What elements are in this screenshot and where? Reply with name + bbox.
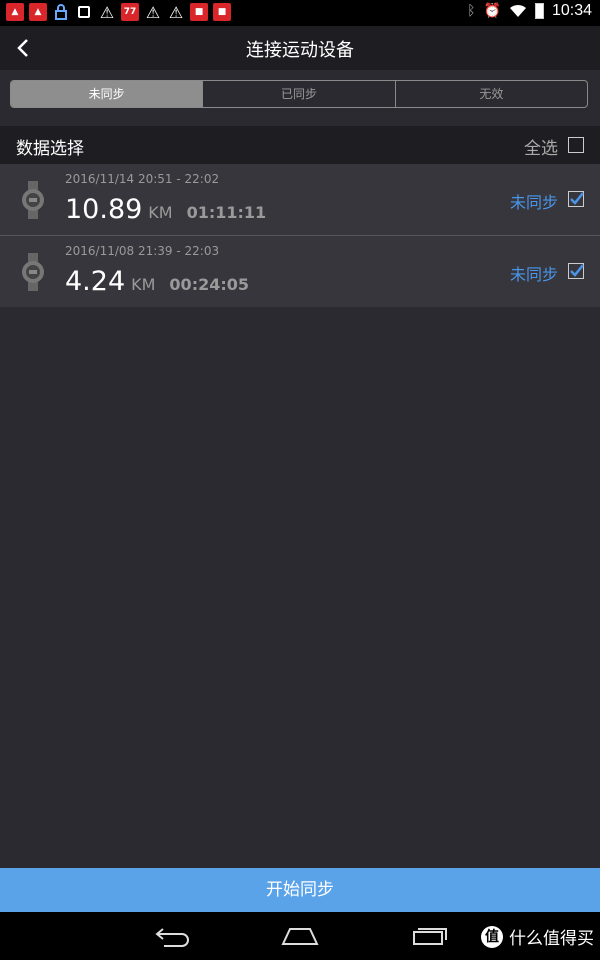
record-checkbox[interactable]	[568, 191, 584, 207]
record-list: 2016/11/14 20:51 - 22:02 10.89 KM 01:11:11…	[0, 164, 600, 307]
select-all-checkbox[interactable]	[568, 137, 584, 153]
notification-icons: ▲ ▲ ⚠ 77 ⚠ ⚠ ■ ■	[6, 2, 231, 22]
watch-icon	[22, 181, 44, 219]
record-status: 未同步	[509, 193, 558, 212]
app-77-icon: 77	[121, 3, 139, 21]
watermark-text: 什么值得买	[509, 929, 594, 949]
record-unit: KM	[131, 275, 156, 294]
record-row[interactable]: 2016/11/14 20:51 - 22:02 10.89 KM 01:11:11…	[0, 164, 600, 235]
record-row[interactable]: 2016/11/08 21:39 - 22:03 4.24 KM 00:24:05 …	[0, 235, 600, 307]
title-bar: 连接运动设备	[0, 26, 600, 70]
segmented-tabs: 未同步 已同步 无效	[10, 80, 588, 108]
page-title: 连接运动设备	[246, 40, 354, 61]
wifi-icon	[509, 4, 526, 17]
tabs-area: 未同步 已同步 无效	[0, 70, 600, 126]
app-red-icon: ▲	[6, 3, 24, 21]
tab-synced[interactable]: 已同步	[203, 81, 396, 107]
section-header: 数据选择 全选	[0, 126, 600, 164]
record-duration: 01:11:11	[186, 203, 267, 222]
alarm-icon: ⏰	[483, 3, 501, 19]
start-sync-button[interactable]: 开始同步	[0, 868, 600, 912]
section-title: 数据选择	[16, 139, 84, 159]
app-news-icon: ■	[190, 3, 208, 21]
app-red-icon: ▲	[29, 3, 47, 21]
record-date: 2016/11/08 21:39 - 22:03	[65, 244, 220, 258]
watermark-logo: 值	[481, 925, 503, 948]
record-status: 未同步	[509, 265, 558, 284]
record-distance-line: 4.24 KM 00:24:05	[65, 266, 249, 297]
tab-unsynced[interactable]: 未同步	[11, 81, 204, 107]
back-nav-icon[interactable]	[152, 922, 192, 950]
record-distance: 10.89	[65, 194, 143, 225]
record-checkbox[interactable]	[568, 263, 584, 279]
navigation-bar: 值 什么值得买	[0, 912, 600, 960]
record-date: 2016/11/14 20:51 - 22:02	[65, 172, 220, 186]
app-news-icon: ■	[213, 3, 231, 21]
record-distance: 4.24	[65, 266, 126, 297]
system-icons: ᛒ ⏰ 10:34	[467, 2, 592, 20]
watch-icon	[22, 253, 44, 291]
home-nav-icon[interactable]	[280, 922, 320, 950]
warning-icon: ⚠	[145, 2, 161, 22]
bluetooth-icon: ᛒ	[467, 3, 476, 19]
image-icon	[78, 6, 90, 18]
watermark: 值 什么值得买	[481, 924, 594, 949]
tab-invalid[interactable]: 无效	[396, 81, 587, 107]
warning-icon: ⚠	[168, 2, 184, 22]
recent-apps-nav-icon[interactable]	[410, 922, 450, 950]
clock: 10:34	[551, 2, 592, 19]
warning-icon: ⚠	[99, 2, 115, 22]
status-bar: ▲ ▲ ⚠ 77 ⚠ ⚠ ■ ■ ᛒ ⏰ 10:34	[0, 0, 600, 26]
select-all-label[interactable]: 全选	[524, 134, 558, 159]
battery-icon	[534, 3, 544, 19]
record-unit: KM	[148, 203, 173, 222]
record-duration: 00:24:05	[169, 275, 250, 294]
lock-icon	[52, 3, 70, 21]
record-distance-line: 10.89 KM 01:11:11	[65, 194, 266, 225]
